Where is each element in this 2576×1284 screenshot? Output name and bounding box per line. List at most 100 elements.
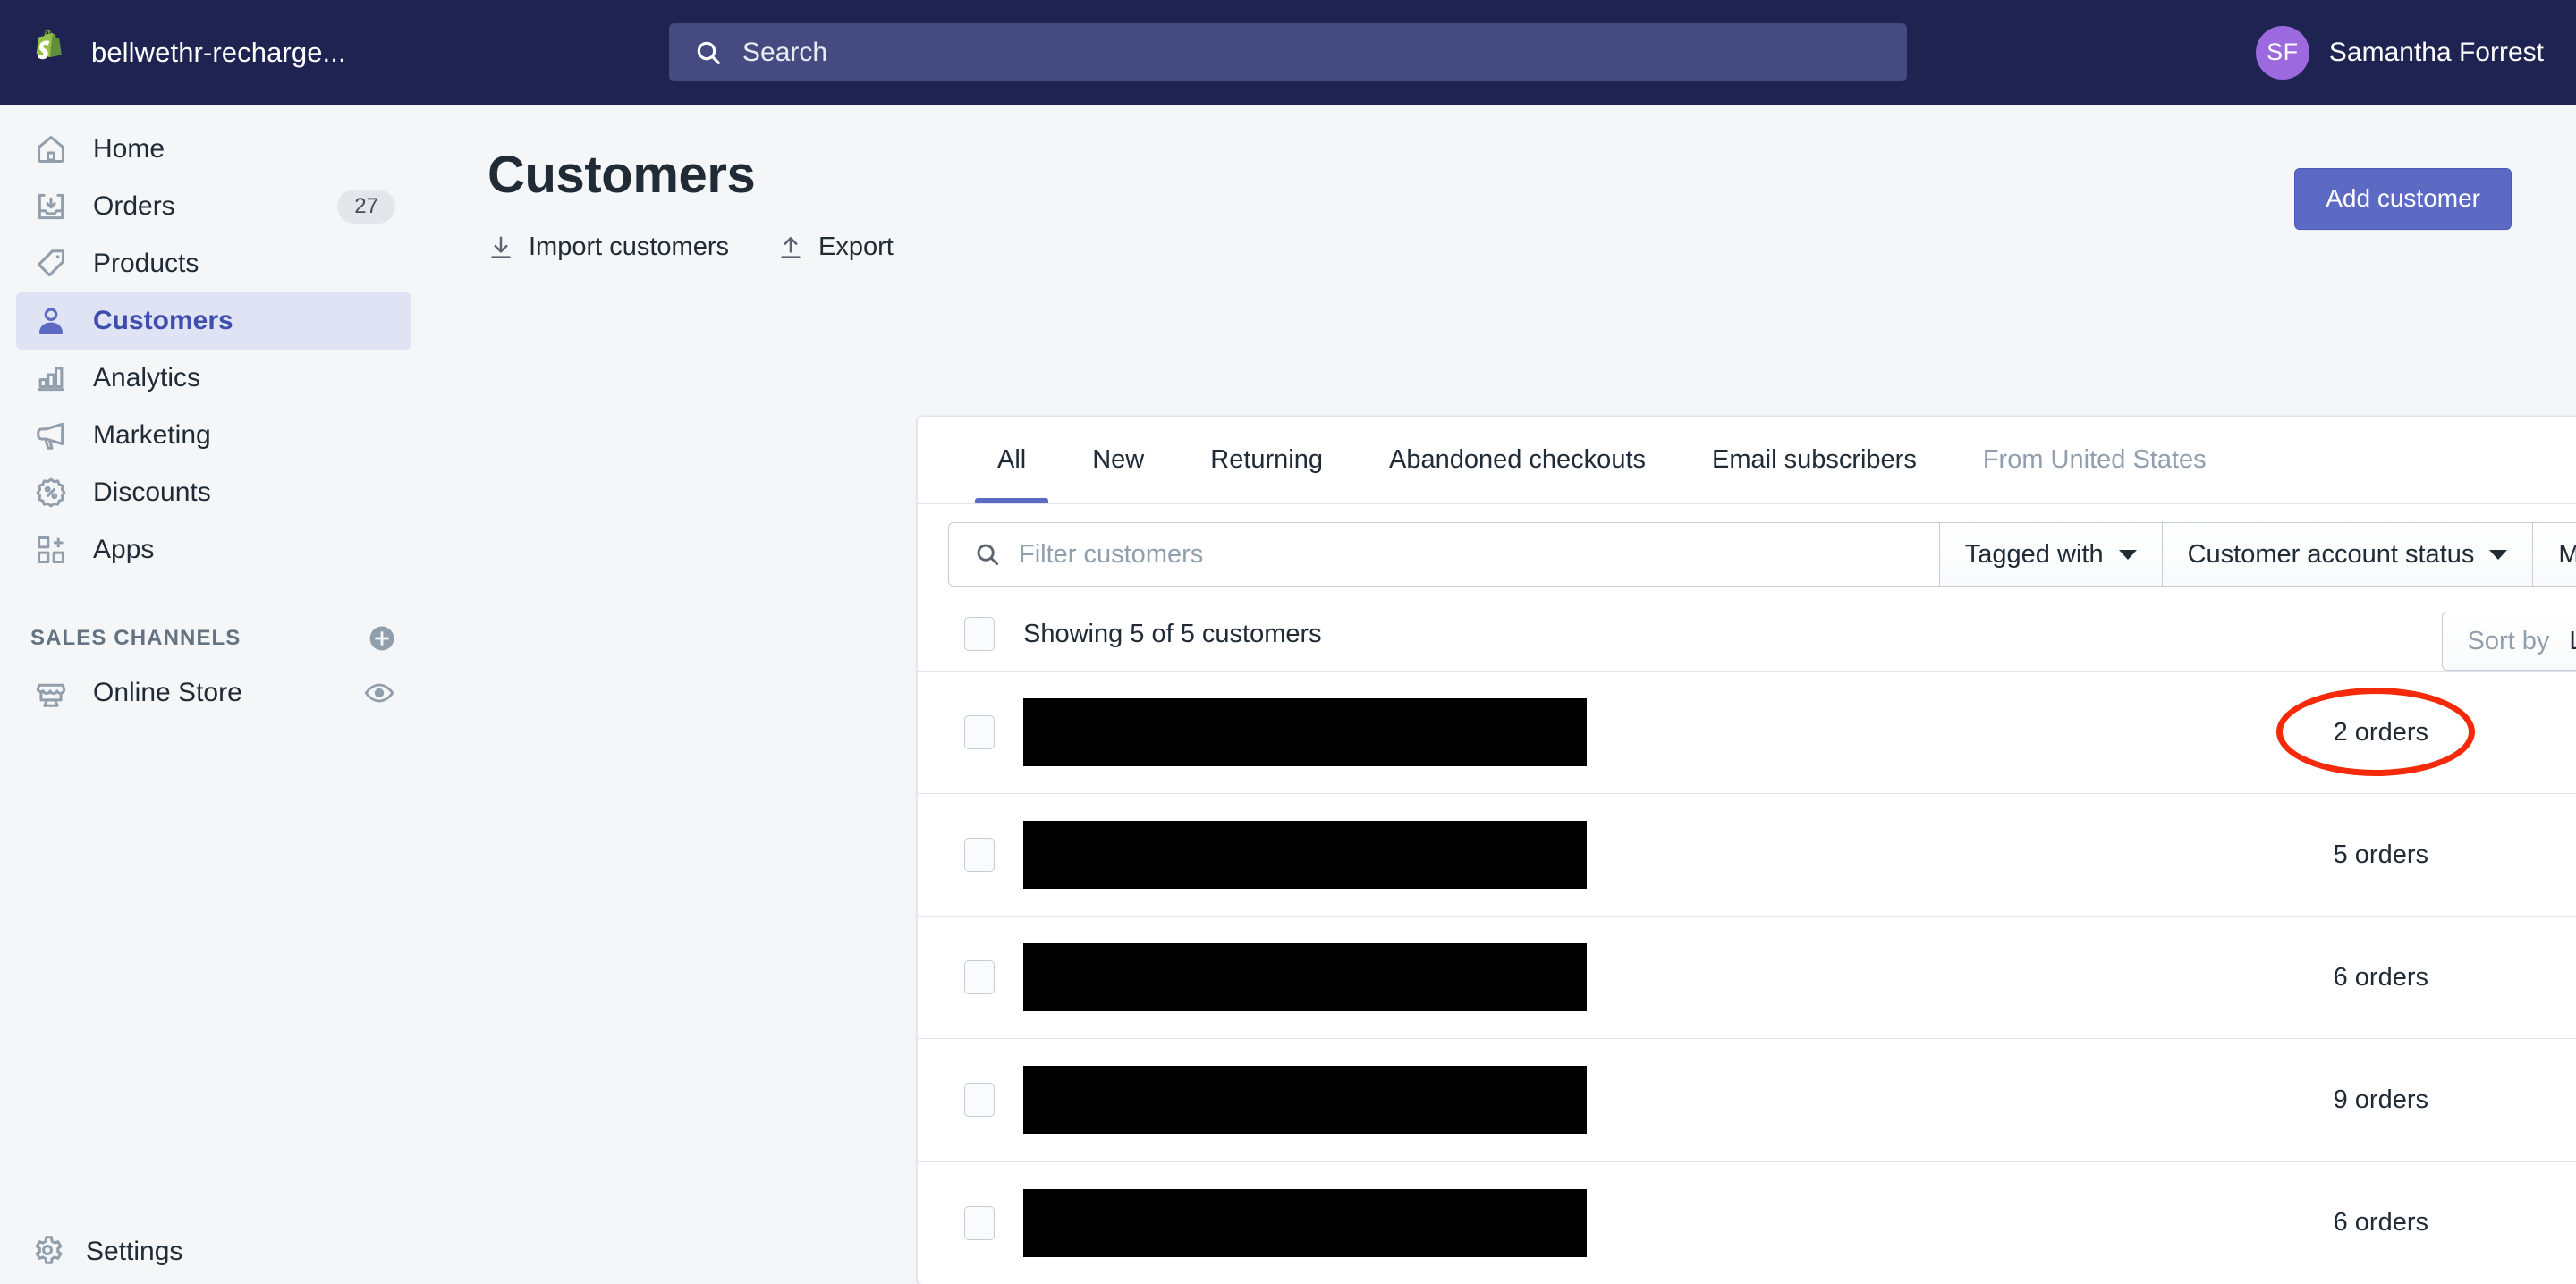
redacted-customer-name — [1023, 821, 1587, 889]
analytics-bar-chart-icon — [30, 358, 72, 399]
tab-label: New — [1092, 444, 1145, 474]
sales-channels-title: SALES CHANNELS — [30, 626, 242, 650]
sidebar-item-label: Settings — [86, 1237, 183, 1266]
search-icon — [697, 41, 720, 64]
sidebar-item-label: Orders — [93, 191, 175, 221]
sort-by-value: Last update (newest first) — [2569, 627, 2576, 656]
marketing-megaphone-icon — [30, 415, 72, 456]
account-status-label: Customer account status — [2187, 539, 2475, 569]
table-row[interactable]: 6 orders $107.90 spent — [918, 1162, 2576, 1284]
add-customer-button[interactable]: Add customer — [2294, 168, 2512, 230]
eye-icon[interactable] — [363, 677, 395, 709]
sidebar-item-settings[interactable]: Settings — [0, 1220, 428, 1284]
sidebar: Home Orders 27 Products Customers Analyt… — [0, 105, 428, 1284]
user-menu[interactable]: SF Samantha Forrest — [2255, 0, 2544, 105]
home-icon — [30, 129, 72, 170]
export-label: Export — [818, 232, 894, 261]
tab-label: Abandoned checkouts — [1389, 444, 1646, 474]
import-customers-label: Import customers — [529, 232, 729, 261]
store-name: bellwethr-recharge... — [91, 36, 346, 68]
more-filters-button[interactable]: More filters — [2533, 522, 2576, 587]
sidebar-item-label: Analytics — [93, 363, 201, 393]
row-checkbox[interactable] — [964, 838, 995, 872]
row-checkbox[interactable] — [964, 715, 995, 749]
tab-label: From United States — [1982, 444, 2207, 474]
redacted-customer-name — [1023, 1066, 1587, 1134]
table-row[interactable]: 5 orders $186.20 spent — [918, 794, 2576, 917]
sidebar-item-home[interactable]: Home — [16, 121, 411, 178]
sidebar-item-label: Marketing — [93, 420, 211, 450]
table-row[interactable]: 9 orders $115.90 spent — [918, 1039, 2576, 1162]
tab-label: Email subscribers — [1712, 444, 1917, 474]
search-icon — [977, 544, 999, 566]
orders-icon — [30, 186, 72, 227]
row-orders-count: 9 orders — [2333, 1085, 2428, 1114]
customers-card: All New Returning Abandoned checkouts Em… — [917, 416, 2576, 1284]
tab-email-subscribers[interactable]: Email subscribers — [1679, 417, 1950, 503]
sidebar-item-label: Discounts — [93, 477, 211, 507]
avatar: SF — [2255, 25, 2309, 80]
sidebar-item-discounts[interactable]: Discounts — [16, 464, 411, 521]
showing-count-text: Showing 5 of 5 customers — [1023, 619, 1322, 648]
row-checkbox[interactable] — [964, 1205, 995, 1240]
sidebar-nav: Home Orders 27 Products Customers Analyt… — [0, 105, 428, 579]
storefront-icon — [30, 672, 72, 714]
sidebar-item-label: Online Store — [93, 678, 242, 707]
sidebar-item-label: Customers — [93, 306, 233, 335]
tab-abandoned-checkouts[interactable]: Abandoned checkouts — [1356, 417, 1679, 503]
customer-account-status-filter[interactable]: Customer account status — [2162, 522, 2534, 587]
redacted-customer-name — [1023, 698, 1587, 766]
tab-returning[interactable]: Returning — [1177, 417, 1356, 503]
row-orders-count: 2 orders — [2333, 717, 2428, 747]
tagged-with-filter[interactable]: Tagged with — [1939, 522, 2163, 587]
sidebar-item-label: Apps — [93, 535, 155, 564]
page-header-actions: Import customers Export — [487, 232, 2512, 262]
redacted-customer-name — [1023, 1188, 1587, 1257]
row-orders-count: 6 orders — [2333, 962, 2428, 992]
download-arrow-icon — [491, 236, 511, 258]
gear-icon — [30, 1233, 64, 1271]
tab-from-united-states[interactable]: From United States — [1950, 417, 2240, 503]
tab-new[interactable]: New — [1059, 417, 1177, 503]
sort-by-dropdown[interactable]: Sort by Last update (newest first) — [2441, 612, 2576, 671]
discounts-percent-icon — [30, 472, 72, 513]
sidebar-item-label: Products — [93, 249, 199, 278]
user-name: Samantha Forrest — [2328, 37, 2544, 67]
export-button[interactable]: Export — [777, 232, 894, 262]
sidebar-item-online-store[interactable]: Online Store — [16, 664, 411, 722]
sidebar-item-analytics[interactable]: Analytics — [16, 350, 411, 407]
products-tag-icon — [30, 243, 72, 284]
tab-label: Returning — [1210, 444, 1323, 474]
apps-grid-plus-icon — [30, 529, 72, 570]
main-content: Customers Import customers Export Add cu… — [429, 105, 2576, 1284]
row-checkbox[interactable] — [964, 1083, 995, 1117]
store-brand[interactable]: bellwethr-recharge... — [0, 0, 429, 105]
orders-count-badge: 27 — [337, 190, 395, 224]
sidebar-item-orders[interactable]: Orders 27 — [16, 178, 411, 235]
tab-all[interactable]: All — [964, 417, 1059, 503]
table-row[interactable]: 6 orders $106.90 spent — [918, 917, 2576, 1039]
global-search-input[interactable]: Search — [669, 23, 1907, 81]
sidebar-item-customers[interactable]: Customers — [16, 292, 411, 350]
shopify-bag-logo — [36, 29, 62, 59]
sidebar-item-products[interactable]: Products — [16, 235, 411, 292]
row-orders-count: 6 orders — [2333, 1208, 2428, 1237]
filter-customers-input[interactable]: Filter customers — [948, 522, 1940, 587]
table-row[interactable]: 2 orders $29.80 spent — [918, 672, 2576, 794]
sort-by-prefix: Sort by — [2467, 626, 2550, 655]
row-checkbox[interactable] — [964, 960, 995, 994]
tab-label: All — [997, 444, 1027, 474]
more-filters-label: More filters — [2558, 540, 2576, 570]
plus-circle-icon[interactable] — [367, 623, 397, 654]
import-customers-button[interactable]: Import customers — [487, 232, 729, 262]
chevron-down-icon — [2118, 549, 2137, 560]
sidebar-item-marketing[interactable]: Marketing — [16, 407, 411, 464]
page-title: Customers — [487, 146, 756, 204]
sales-channels-header: SALES CHANNELS — [30, 618, 397, 659]
select-all-checkbox[interactable] — [964, 617, 995, 651]
global-search-placeholder: Search — [742, 37, 828, 67]
tagged-with-label: Tagged with — [1964, 539, 2104, 569]
upload-arrow-icon — [781, 236, 801, 258]
sidebar-item-apps[interactable]: Apps — [16, 521, 411, 579]
customers-person-icon — [30, 300, 72, 342]
